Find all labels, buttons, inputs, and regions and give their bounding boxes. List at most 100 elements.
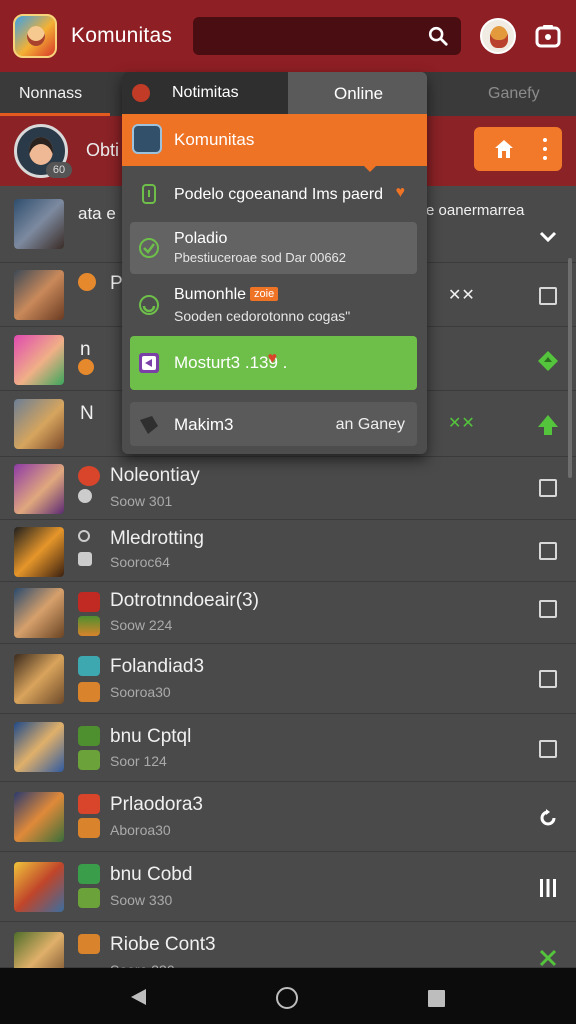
home-icon[interactable] <box>492 137 516 161</box>
dropdown-item-tag: zoie <box>250 287 279 301</box>
x-icon[interactable] <box>536 946 560 970</box>
dropdown-item-title: Podelo cgoeanand Ims paerd <box>174 186 384 203</box>
list-item-subtitle: Soor 124 <box>110 753 167 769</box>
select-checkbox[interactable] <box>539 670 557 688</box>
game-badge-icon <box>78 359 94 375</box>
tab-left[interactable]: Nonnass <box>19 85 82 103</box>
game-badge-icon <box>78 489 92 503</box>
dropdown-item-title: Makim3 <box>174 415 234 434</box>
game-badge-icon <box>78 794 100 814</box>
dropdown-tab-notifications[interactable]: Notimitas <box>122 72 288 114</box>
game-thumbnail <box>14 270 64 320</box>
dropdown-item-right-label: an Ganey <box>335 416 405 433</box>
list-item-subtitle: Aboroa30 <box>110 822 171 838</box>
shield-icon <box>140 416 158 434</box>
list-item-subtitle: Soow 301 <box>110 493 173 509</box>
status-icons: ✕✕ <box>448 415 475 432</box>
recent-apps-icon[interactable] <box>428 990 445 1007</box>
list-item[interactable]: Noleontiay Soow 301 <box>0 457 576 520</box>
profile-name: Obti <box>86 140 120 160</box>
game-badge-icon <box>78 273 96 291</box>
app-title: Komunitas <box>71 24 173 47</box>
game-thumbnail <box>14 399 64 449</box>
community-avatar <box>132 124 162 154</box>
tab-right[interactable]: Ganefy <box>488 85 540 103</box>
bars-icon[interactable] <box>536 876 560 900</box>
game-thumbnail <box>14 464 64 514</box>
list-item-title: Mledrotting <box>110 528 204 549</box>
game-thumbnail <box>14 335 64 385</box>
list-item[interactable]: Prlaodora3 Aboroa30 <box>0 782 576 852</box>
scrollbar[interactable] <box>568 258 572 478</box>
diamond-icon[interactable] <box>536 349 560 373</box>
dropdown-item-title-text: Bumonhle <box>174 286 247 303</box>
game-badge-icon <box>78 466 100 486</box>
game-thumbnail <box>14 199 64 249</box>
list-item-subtitle: Soow 224 <box>110 617 173 633</box>
notification-dropdown: Notimitas Online Komunitas Podelo cgoean… <box>122 72 427 454</box>
game-badge-icon <box>78 726 100 746</box>
list-item-subtitle: Soow 330 <box>110 892 173 908</box>
game-thumbnail <box>14 792 64 842</box>
search-icon[interactable] <box>427 25 449 47</box>
dropdown-item-subtitle: Sooden cedorotonno cogas" <box>174 308 351 324</box>
list-item[interactable]: Mledrotting Sooroc64 <box>0 520 576 582</box>
search-input[interactable] <box>193 17 461 55</box>
app-logo[interactable] <box>13 14 57 58</box>
profile-level-badge: 60 <box>46 162 72 178</box>
game-badge-icon <box>78 818 100 838</box>
dropdown-item-subtitle: Pbestiuceroae sod Dar 00662 <box>174 250 347 265</box>
profile-action-button[interactable] <box>474 127 562 171</box>
back-icon[interactable] <box>128 987 148 1007</box>
game-thumbnail <box>14 654 64 704</box>
game-badge-icon <box>78 656 100 676</box>
list-item-extra: e oanermarrea <box>426 202 525 219</box>
dropdown-item[interactable]: Podelo cgoeanand Ims paerd ♥ <box>130 174 417 214</box>
dropdown-tab-online[interactable]: Online <box>288 72 427 114</box>
list-item[interactable]: Dotrotnndoeair(3) Soow 224 <box>0 582 576 644</box>
refresh-icon[interactable] <box>536 806 560 830</box>
game-badge-icon <box>78 530 90 542</box>
list-item-title: N <box>80 403 94 424</box>
select-checkbox[interactable] <box>539 287 557 305</box>
list-item-title: bnu Cobd <box>110 864 193 885</box>
arrow-up-icon[interactable] <box>536 413 560 437</box>
dropdown-pointer <box>362 164 378 172</box>
dropdown-item[interactable]: Poladio Pbestiuceroae sod Dar 00662 <box>130 222 417 274</box>
list-item-title: Prlaodora3 <box>110 794 203 815</box>
list-item-title: Noleontiay <box>110 465 200 486</box>
dropdown-item-selected[interactable]: Mosturt3 .139 . ♥ <box>130 336 417 390</box>
game-thumbnail <box>14 588 64 638</box>
select-checkbox[interactable] <box>539 479 557 497</box>
status-icons: ✕✕ <box>448 287 475 304</box>
list-item-title: bnu Cptql <box>110 726 192 747</box>
list-item[interactable]: Riobe Cont3 Soore 330 <box>0 922 576 982</box>
dropdown-item-title: Bumonhle zoie <box>174 286 279 304</box>
select-checkbox[interactable] <box>539 600 557 618</box>
dropdown-tab-label: Notimitas <box>172 84 239 101</box>
camera-icon[interactable] <box>534 22 562 50</box>
game-thumbnail <box>14 862 64 912</box>
game-thumbnail <box>14 527 64 577</box>
dropdown-header[interactable]: Komunitas <box>122 114 427 166</box>
select-checkbox[interactable] <box>539 740 557 758</box>
dropdown-tab-label: Online <box>334 84 384 103</box>
list-item-title: n <box>80 339 91 360</box>
chevron-down-icon[interactable] <box>536 224 560 248</box>
game-badge-icon <box>78 888 100 908</box>
select-checkbox[interactable] <box>539 542 557 560</box>
home-circle-icon[interactable] <box>276 987 298 1009</box>
list-item[interactable]: bnu Cobd Soow 330 <box>0 852 576 922</box>
more-options-icon[interactable] <box>538 138 552 160</box>
dropdown-item[interactable]: Bumonhle zoie Sooden cedorotonno cogas" <box>130 278 417 332</box>
list-item-title: Riobe Cont3 <box>110 934 216 955</box>
game-badge-icon <box>78 552 92 566</box>
user-avatar[interactable] <box>480 18 516 54</box>
list-item[interactable]: bnu Cptql Soor 124 <box>0 714 576 782</box>
list-item-title: Dotrotnndoeair(3) <box>110 590 259 611</box>
list-item[interactable]: Folandiad3 Sooroa30 <box>0 644 576 714</box>
dropdown-item[interactable]: Makim3 an Ganey <box>130 402 417 446</box>
badge-icon <box>142 184 156 204</box>
game-badge-icon <box>78 864 100 884</box>
chat-icon <box>139 353 159 373</box>
